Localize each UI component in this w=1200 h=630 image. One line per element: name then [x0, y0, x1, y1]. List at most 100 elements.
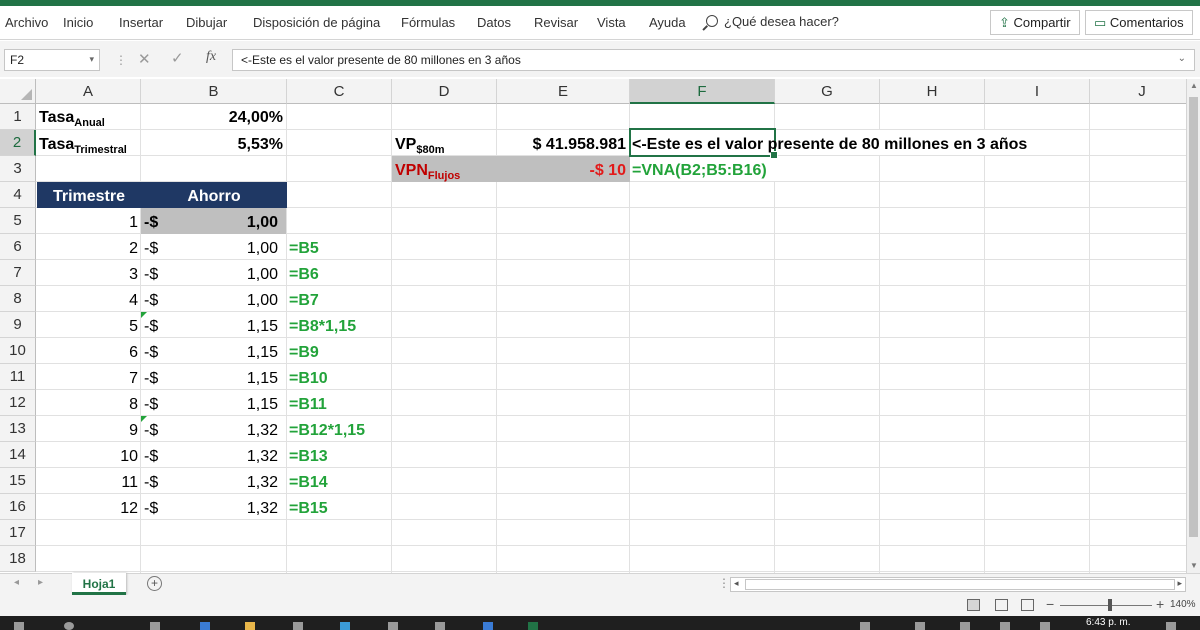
table-cell-formula[interactable]: =B10: [289, 370, 328, 388]
select-all-button[interactable]: [0, 79, 36, 104]
table-cell-trimestre[interactable]: 4: [37, 292, 138, 310]
table-cell-trimestre[interactable]: 1: [37, 214, 138, 232]
tell-me-search[interactable]: ¿Qué desea hacer?: [706, 14, 839, 29]
row-header-12[interactable]: 12: [0, 390, 36, 416]
cell-f2[interactable]: <-Este es el valor presente de 80 millon…: [632, 136, 1027, 154]
start-icon[interactable]: [14, 622, 24, 630]
table-cell-ahorro[interactable]: 1,00: [141, 214, 278, 232]
menu-archivo[interactable]: Archivo: [5, 15, 48, 30]
cell-b4[interactable]: Ahorro: [141, 188, 287, 206]
table-cell-ahorro[interactable]: 1,00: [141, 240, 278, 258]
zoom-slider-thumb[interactable]: [1108, 599, 1112, 611]
spreadsheet-grid[interactable]: A B C D E F G H I J 1 2 3 4 5 6 7 8 9 10…: [0, 79, 1186, 575]
zoom-level[interactable]: 140%: [1170, 599, 1196, 610]
app-icon[interactable]: [340, 622, 350, 630]
cell-f3[interactable]: =VNA(B2;B5:B16): [632, 162, 767, 180]
row-header-10[interactable]: 10: [0, 338, 36, 364]
cell-b2[interactable]: 5,53%: [141, 136, 283, 154]
scrollbar-thumb[interactable]: [1189, 97, 1198, 537]
table-cell-ahorro[interactable]: 1,32: [141, 474, 278, 492]
row-header-9[interactable]: 9: [0, 312, 36, 338]
excel-icon[interactable]: [528, 622, 538, 630]
edge-icon[interactable]: [200, 622, 210, 630]
column-header-a[interactable]: A: [36, 79, 141, 104]
comments-button[interactable]: ▭ Comentarios: [1085, 10, 1193, 35]
column-header-d[interactable]: D: [392, 79, 497, 104]
table-cell-trimestre[interactable]: 9: [37, 422, 138, 440]
menu-revisar[interactable]: Revisar: [534, 15, 578, 30]
prev-sheet-icon[interactable]: ◂: [14, 577, 19, 588]
app-icon[interactable]: [960, 622, 970, 630]
notifications-icon[interactable]: [1166, 622, 1176, 630]
table-cell-trimestre[interactable]: 3: [37, 266, 138, 284]
row-header-3[interactable]: 3: [0, 156, 36, 182]
row-header-4[interactable]: 4: [0, 182, 36, 208]
cell-a4[interactable]: Trimestre: [37, 188, 141, 206]
column-header-j[interactable]: J: [1090, 79, 1186, 104]
sheet-tab-hoja1[interactable]: Hoja1: [72, 573, 126, 595]
table-cell-ahorro[interactable]: 1,15: [141, 344, 278, 362]
row-header-11[interactable]: 11: [0, 364, 36, 390]
column-header-g[interactable]: G: [775, 79, 880, 104]
column-header-e[interactable]: E: [497, 79, 630, 104]
row-header-6[interactable]: 6: [0, 234, 36, 260]
zoom-in-icon[interactable]: +: [1156, 596, 1164, 612]
row-header-18[interactable]: 18: [0, 546, 36, 572]
search-icon[interactable]: [64, 622, 74, 630]
menu-insertar[interactable]: Insertar: [119, 15, 163, 30]
app-icon[interactable]: [483, 622, 493, 630]
row-header-2[interactable]: 2: [0, 130, 36, 156]
page-layout-icon[interactable]: [995, 599, 1008, 611]
zoom-out-icon[interactable]: −: [1046, 596, 1054, 612]
table-cell-trimestre[interactable]: 5: [37, 318, 138, 336]
app-icon[interactable]: [435, 622, 445, 630]
table-cell-trimestre[interactable]: 11: [37, 474, 138, 492]
next-sheet-icon[interactable]: ▸: [38, 577, 43, 588]
scroll-down-icon[interactable]: ▼: [1190, 561, 1198, 570]
table-cell-formula[interactable]: =B8*1,15: [289, 318, 356, 336]
table-cell-trimestre[interactable]: 6: [37, 344, 138, 362]
menu-ayuda[interactable]: Ayuda: [649, 15, 686, 30]
column-header-c[interactable]: C: [287, 79, 392, 104]
table-cell-formula[interactable]: =B9: [289, 344, 319, 362]
folder-icon[interactable]: [245, 622, 255, 630]
menu-disposicion[interactable]: Disposición de página: [253, 15, 380, 30]
scroll-left-icon[interactable]: ◂: [734, 578, 739, 589]
column-header-i[interactable]: I: [985, 79, 1090, 104]
row-header-5[interactable]: 5: [0, 208, 36, 234]
app-icon[interactable]: [1000, 622, 1010, 630]
column-header-f[interactable]: F: [630, 79, 775, 104]
cell-d3[interactable]: VPNFlujos: [395, 162, 460, 182]
menu-formulas[interactable]: Fórmulas: [401, 15, 455, 30]
menu-dibujar[interactable]: Dibujar: [186, 15, 227, 30]
chevron-down-icon[interactable]: ▾: [89, 54, 94, 65]
app-icon[interactable]: [388, 622, 398, 630]
row-header-1[interactable]: 1: [0, 104, 36, 130]
row-header-14[interactable]: 14: [0, 442, 36, 468]
table-cell-formula[interactable]: =B11: [289, 396, 327, 414]
row-header-17[interactable]: 17: [0, 520, 36, 546]
add-sheet-icon[interactable]: +: [147, 576, 162, 591]
scroll-right-icon[interactable]: ▸: [1177, 578, 1182, 589]
column-header-h[interactable]: H: [880, 79, 985, 104]
scroll-up-icon[interactable]: ▲: [1190, 81, 1198, 90]
table-cell-trimestre[interactable]: 2: [37, 240, 138, 258]
cancel-icon[interactable]: ✕: [138, 50, 151, 68]
row-header-8[interactable]: 8: [0, 286, 36, 312]
table-cell-ahorro[interactable]: 1,15: [141, 318, 278, 336]
insert-function-icon[interactable]: fx: [206, 49, 216, 65]
name-box[interactable]: F2 ▾: [4, 49, 100, 71]
table-cell-formula[interactable]: =B6: [289, 266, 319, 284]
task-view-icon[interactable]: [150, 622, 160, 630]
row-header-15[interactable]: 15: [0, 468, 36, 494]
table-cell-formula[interactable]: =B12*1,15: [289, 422, 365, 440]
row-header-16[interactable]: 16: [0, 494, 36, 520]
table-cell-ahorro[interactable]: 1,00: [141, 266, 278, 284]
table-cell-formula[interactable]: =B15: [289, 500, 328, 518]
cell-d2[interactable]: VP$80m: [395, 136, 444, 156]
horizontal-scrollbar[interactable]: ◂ ▸: [730, 577, 1186, 592]
table-cell-formula[interactable]: =B7: [289, 292, 319, 310]
share-button[interactable]: ⇪ Compartir: [990, 10, 1080, 35]
store-icon[interactable]: [293, 622, 303, 630]
app-icon[interactable]: [860, 622, 870, 630]
